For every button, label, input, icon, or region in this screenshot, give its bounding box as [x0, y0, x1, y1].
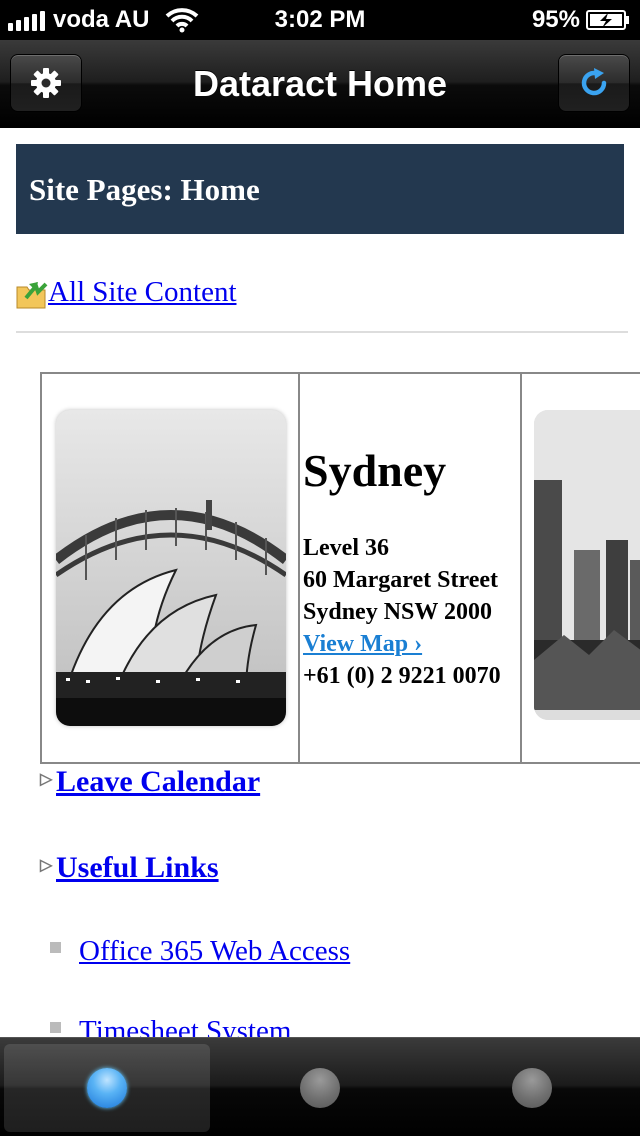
next-office-cell — [522, 374, 640, 762]
site-pages-header: Site Pages: Home — [16, 144, 624, 234]
sydney-opera-house-photo — [56, 410, 286, 726]
settings-button[interactable] — [10, 54, 82, 112]
tab-home[interactable] — [4, 1044, 210, 1132]
office-365-link[interactable]: Office 365 Web Access — [79, 935, 350, 967]
expand-triangle-icon: ▷ — [40, 857, 53, 874]
list-item[interactable]: Timesheet System — [50, 1015, 291, 1037]
page-title: Dataract Home — [192, 63, 448, 104]
bullet-icon — [50, 942, 61, 953]
office-details-cell: Sydney Level 36 60 Margaret Street Sydne… — [300, 374, 522, 762]
battery-percentage: 95% — [531, 6, 580, 33]
gear-icon — [31, 68, 61, 98]
address-line-1: Level 36 — [303, 535, 389, 561]
refresh-button[interactable] — [558, 54, 630, 112]
navigation-bar: Dataract Home — [0, 40, 640, 128]
all-site-content-row[interactable]: All Site Content — [16, 274, 237, 310]
bullet-icon — [50, 1022, 61, 1033]
tab-third[interactable] — [429, 1044, 635, 1132]
office-carousel[interactable]: Sydney Level 36 60 Margaret Street Sydne… — [40, 372, 640, 764]
battery-charging-icon — [586, 10, 629, 30]
leave-calendar-link[interactable]: Leave Calendar — [56, 765, 260, 798]
useful-links-section[interactable]: ▷ Useful Links — [40, 851, 219, 885]
useful-links-link[interactable]: Useful Links — [56, 851, 219, 884]
expand-triangle-icon: ▷ — [40, 771, 53, 788]
web-content[interactable]: Site Pages: Home All Site Content Sydney… — [0, 129, 640, 1037]
home-tab-icon — [87, 1068, 127, 1108]
status-right: 95% — [532, 4, 630, 36]
all-site-content-link[interactable]: All Site Content — [48, 274, 237, 310]
refresh-icon — [581, 68, 607, 96]
office-address: Level 36 60 Margaret Street Sydney NSW 2… — [303, 532, 501, 692]
folder-up-icon — [16, 281, 48, 309]
tab-icon — [300, 1068, 340, 1108]
tab-icon — [512, 1068, 552, 1108]
tab-bar — [0, 1037, 640, 1136]
divider — [16, 331, 628, 333]
tab-second[interactable] — [217, 1044, 423, 1132]
office-photo-cell — [42, 374, 300, 762]
timesheet-link[interactable]: Timesheet System — [79, 1015, 291, 1037]
list-item[interactable]: Office 365 Web Access — [50, 935, 350, 968]
office-city: Sydney — [303, 445, 447, 496]
address-line-3: Sydney NSW 2000 — [303, 599, 492, 625]
city-skyline-photo — [534, 410, 640, 720]
address-line-2: 60 Margaret Street — [303, 567, 499, 593]
view-map-link[interactable]: View Map › — [303, 628, 501, 660]
status-bar: voda AU 3:02 PM 95% — [0, 0, 640, 40]
leave-calendar-section[interactable]: ▷ Leave Calendar — [40, 765, 260, 799]
office-phone: +61 (0) 2 9221 0070 — [303, 663, 501, 689]
